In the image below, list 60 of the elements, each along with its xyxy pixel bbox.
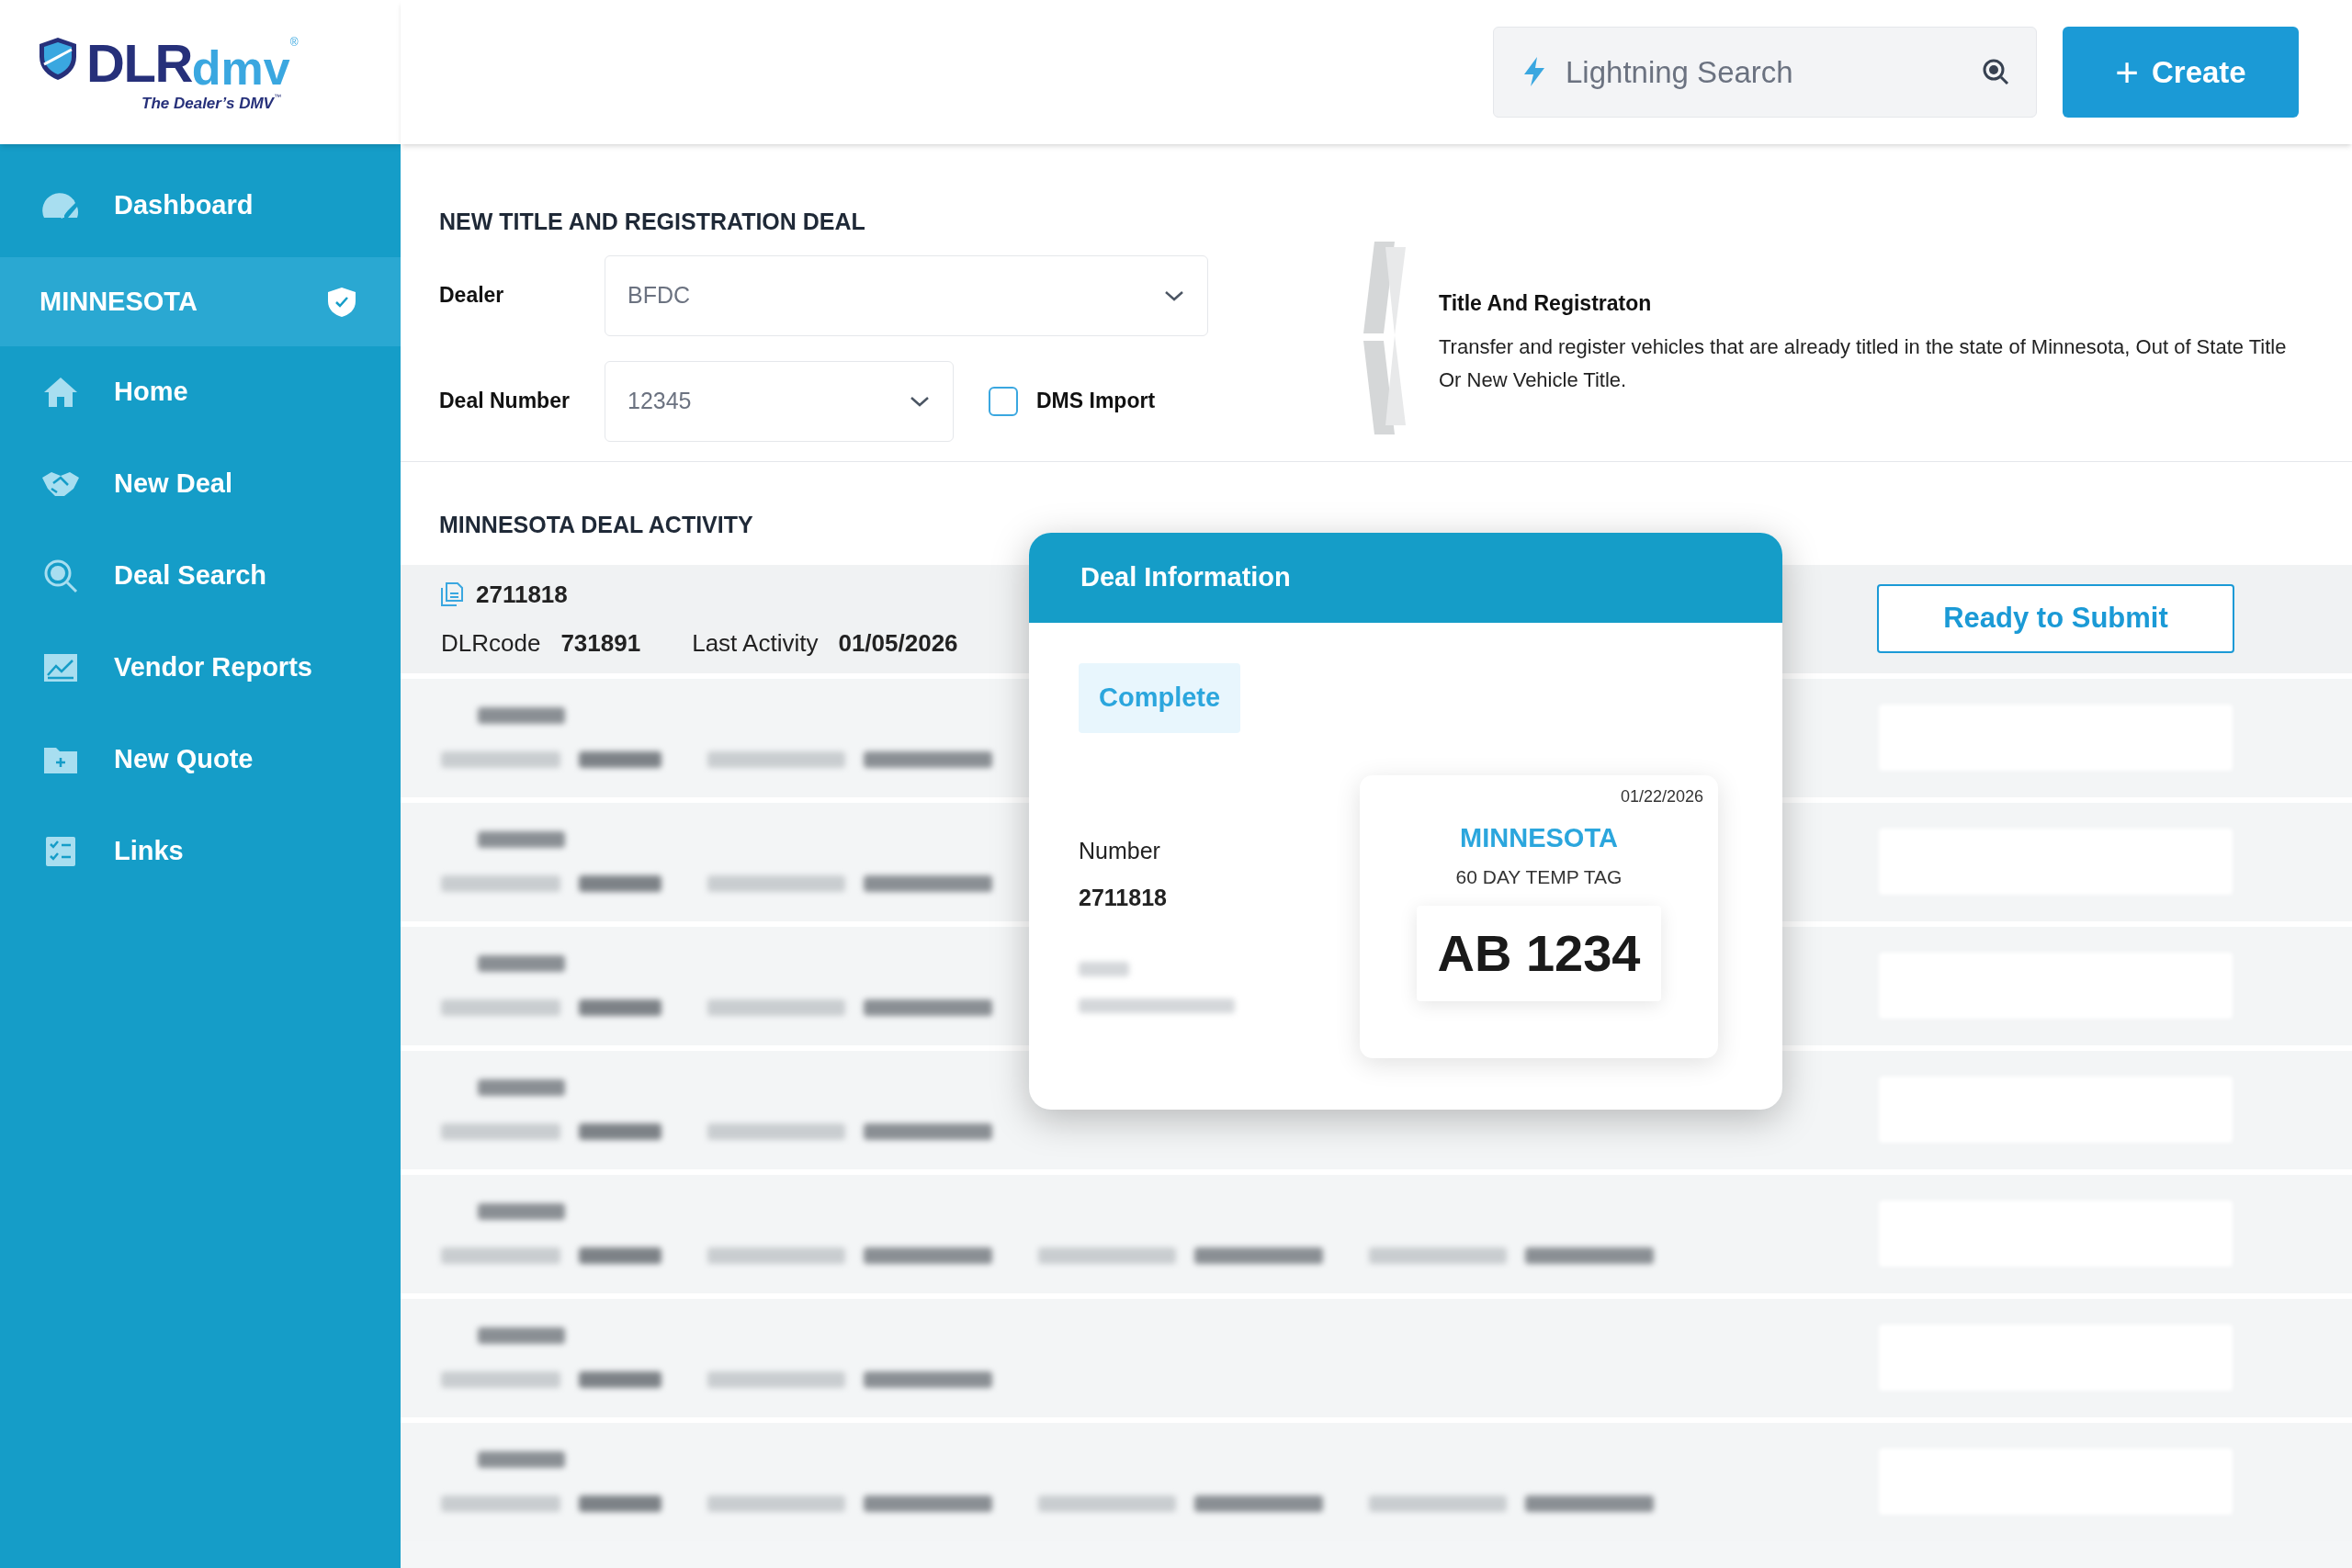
status-badge: Complete [1079, 663, 1241, 733]
tag-type: 60 DAY TEMP TAG [1455, 864, 1623, 889]
code-value: 731891 [560, 627, 641, 659]
create-button[interactable]: + Create [2063, 27, 2299, 118]
sidebar-item[interactable]: Home [0, 346, 401, 438]
document-icon [441, 582, 463, 606]
plus-icon: + [2115, 51, 2139, 93]
field-label: Dealer [439, 282, 505, 310]
tag-state: MINNESOTA [1460, 822, 1618, 854]
info-description: Transfer and register vehicles that are already titled in the state of Minnesota, Out of State Title Or New Vehicle Title. [1439, 333, 2288, 393]
shield-logo-icon [39, 37, 77, 81]
sidebar-item[interactable]: Dashboard [0, 144, 401, 257]
popup-title: Deal Information [1080, 561, 1291, 594]
sidebar-label: Home [114, 376, 188, 409]
dms-import-checkbox[interactable] [989, 386, 1018, 416]
deal-number-dropdown[interactable]: 12345 [605, 360, 954, 442]
state-selector[interactable]: MINNESOTA [0, 257, 401, 346]
field-label: Deal Number [439, 388, 571, 415]
chevron-icon [1163, 288, 1185, 302]
activity-date: 01/05/2026 [838, 627, 958, 659]
folder-plus-icon [43, 745, 78, 774]
info-title: Title And Registraton [1439, 290, 1653, 317]
sidebar-label: New Quote [114, 743, 254, 776]
deal-number: 2711818 [476, 579, 568, 610]
ready-to-submit-button[interactable]: Ready to Submit [1877, 584, 2234, 653]
logo-wordmark: DLR [86, 37, 192, 90]
number-label: Number [1079, 836, 1161, 865]
logo-wordmark-accent: dmv [191, 44, 290, 92]
sidebar-label: Dashboard [114, 188, 254, 221]
search-field[interactable]: Lightning Search [1493, 27, 2037, 118]
plate-number: AB 1234 [1417, 906, 1661, 1001]
sidebar-item[interactable]: Links [0, 806, 401, 897]
code-label: DLRcode [441, 627, 541, 659]
sidebar-item[interactable]: Vendor Reports [0, 622, 401, 714]
registered-mark: ® [289, 37, 299, 48]
chevron-icon [909, 394, 931, 408]
number-value: 2711818 [1079, 884, 1168, 912]
shield-check-icon [327, 286, 356, 318]
sidebar-label: Links [114, 835, 184, 868]
sidebar-label: Deal Search [114, 559, 267, 592]
section-title: MINNESOTA DEAL ACTIVITY [439, 511, 753, 537]
search-icon [42, 558, 79, 594]
sidebar-item[interactable]: New Quote [0, 714, 401, 806]
trademark-mark: ™ [273, 92, 281, 101]
sidebar-item[interactable]: Deal Search [0, 530, 401, 622]
section-title: NEW TITLE AND REGISTRATION DEAL [439, 208, 866, 236]
chart-icon [43, 653, 78, 682]
tag-date: 01/22/2026 [1620, 786, 1703, 807]
checklist-icon [45, 836, 76, 867]
state-label: MINNESOTA [40, 285, 198, 318]
checkbox-label: DMS Import [1036, 388, 1156, 415]
activity-label: Last Activity [692, 627, 819, 659]
home-icon [42, 376, 79, 409]
search-icon [1982, 58, 2009, 85]
lightning-icon [1522, 56, 1546, 87]
sidebar-label: Vendor Reports [114, 651, 312, 684]
logo-tagline: The Dealer’s DMV [141, 95, 274, 114]
sidebar-label: New Deal [114, 468, 232, 501]
dealer-dropdown[interactable]: BFDC [605, 254, 1208, 336]
sidebar-item[interactable]: New Deal [0, 438, 401, 530]
